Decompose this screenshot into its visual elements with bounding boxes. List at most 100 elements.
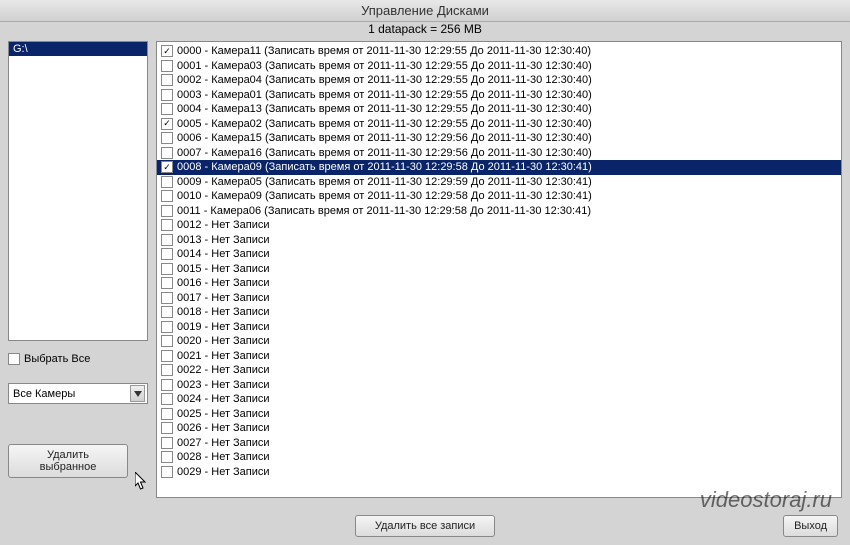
record-checkbox[interactable]: [161, 393, 173, 405]
record-checkbox[interactable]: [161, 437, 173, 449]
record-label: 0022 - Нет Записи: [177, 364, 270, 376]
drive-list[interactable]: G:\: [8, 41, 148, 341]
record-label: 0015 - Нет Записи: [177, 263, 270, 275]
record-row[interactable]: 0015 - Нет Записи: [157, 262, 841, 277]
record-checkbox[interactable]: [161, 248, 173, 260]
main-area: G:\ Выбрать Все Все Камеры Удалить выбра…: [0, 38, 850, 498]
record-checkbox[interactable]: [161, 132, 173, 144]
record-checkbox[interactable]: [161, 205, 173, 217]
record-checkbox[interactable]: [161, 379, 173, 391]
record-row[interactable]: 0023 - Нет Записи: [157, 378, 841, 393]
record-row[interactable]: 0007 - Камера16 (Записать время от 2011-…: [157, 146, 841, 161]
record-checkbox[interactable]: [161, 335, 173, 347]
record-checkbox[interactable]: [161, 451, 173, 463]
record-label: 0024 - Нет Записи: [177, 393, 270, 405]
record-label: 0002 - Камера04 (Записать время от 2011-…: [177, 74, 592, 86]
record-checkbox[interactable]: [161, 306, 173, 318]
record-row[interactable]: 0014 - Нет Записи: [157, 247, 841, 262]
record-label: 0026 - Нет Записи: [177, 422, 270, 434]
record-label: 0007 - Камера16 (Записать время от 2011-…: [177, 147, 592, 159]
camera-filter-value: Все Камеры: [13, 388, 75, 400]
record-checkbox[interactable]: [161, 176, 173, 188]
record-row[interactable]: 0020 - Нет Записи: [157, 334, 841, 349]
record-checkbox[interactable]: ✓: [161, 161, 173, 173]
record-row[interactable]: 0001 - Камера03 (Записать время от 2011-…: [157, 59, 841, 74]
record-row[interactable]: 0018 - Нет Записи: [157, 305, 841, 320]
record-row[interactable]: 0011 - Камера06 (Записать время от 2011-…: [157, 204, 841, 219]
record-row[interactable]: ✓ 0000 - Камера11 (Записать время от 2011…: [157, 44, 841, 59]
record-label: 0008 - Камера09 (Записать время от 2011-…: [177, 161, 592, 173]
record-row[interactable]: 0022 - Нет Записи: [157, 363, 841, 378]
record-row[interactable]: 0003 - Камера01 (Записать время от 2011-…: [157, 88, 841, 103]
record-row[interactable]: 0021 - Нет Записи: [157, 349, 841, 364]
record-label: 0016 - Нет Записи: [177, 277, 270, 289]
delete-all-button[interactable]: Удалить все записи: [355, 515, 495, 537]
record-label: 0020 - Нет Записи: [177, 335, 270, 347]
record-row[interactable]: 0019 - Нет Записи: [157, 320, 841, 335]
record-label: 0029 - Нет Записи: [177, 466, 270, 478]
select-all-checkbox[interactable]: [8, 353, 20, 365]
record-checkbox[interactable]: [161, 263, 173, 275]
record-label: 0005 - Камера02 (Записать время от 2011-…: [177, 118, 592, 130]
drive-item[interactable]: G:\: [9, 42, 147, 56]
record-list[interactable]: ✓ 0000 - Камера11 (Записать время от 2011…: [156, 41, 842, 498]
record-label: 0011 - Камера06 (Записать время от 2011-…: [177, 205, 591, 217]
record-row[interactable]: 0016 - Нет Записи: [157, 276, 841, 291]
chevron-down-icon[interactable]: [130, 385, 145, 402]
record-checkbox[interactable]: [161, 292, 173, 304]
record-row[interactable]: 0002 - Камера04 (Записать время от 2011-…: [157, 73, 841, 88]
record-label: 0018 - Нет Записи: [177, 306, 270, 318]
record-label: 0028 - Нет Записи: [177, 451, 270, 463]
record-row[interactable]: 0017 - Нет Записи: [157, 291, 841, 306]
record-row[interactable]: ✓ 0008 - Камера09 (Записать время от 2011…: [157, 160, 841, 175]
record-checkbox[interactable]: [161, 74, 173, 86]
record-checkbox[interactable]: [161, 103, 173, 115]
record-label: 0000 - Камера11 (Записать время от 2011-…: [177, 45, 591, 57]
record-checkbox[interactable]: [161, 89, 173, 101]
record-row[interactable]: 0012 - Нет Записи: [157, 218, 841, 233]
record-row[interactable]: 0025 - Нет Записи: [157, 407, 841, 422]
record-label: 0014 - Нет Записи: [177, 248, 270, 260]
record-label: 0027 - Нет Записи: [177, 437, 270, 449]
record-row[interactable]: 0029 - Нет Записи: [157, 465, 841, 480]
record-checkbox[interactable]: ✓: [161, 45, 173, 57]
record-checkbox[interactable]: ✓: [161, 118, 173, 130]
record-row[interactable]: 0028 - Нет Записи: [157, 450, 841, 465]
record-label: 0017 - Нет Записи: [177, 292, 270, 304]
select-all-row[interactable]: Выбрать Все: [8, 351, 148, 367]
record-label: 0006 - Камера15 (Записать время от 2011-…: [177, 132, 592, 144]
record-checkbox[interactable]: [161, 466, 173, 478]
datapack-info: 1 datapack = 256 MB: [0, 22, 850, 38]
record-checkbox[interactable]: [161, 321, 173, 333]
record-checkbox[interactable]: [161, 422, 173, 434]
record-checkbox[interactable]: [161, 190, 173, 202]
record-checkbox[interactable]: [161, 219, 173, 231]
record-checkbox[interactable]: [161, 364, 173, 376]
record-checkbox[interactable]: [161, 234, 173, 246]
left-panel: G:\ Выбрать Все Все Камеры Удалить выбра…: [8, 41, 148, 498]
record-row[interactable]: 0024 - Нет Записи: [157, 392, 841, 407]
record-label: 0009 - Камера05 (Записать время от 2011-…: [177, 176, 592, 188]
delete-selected-button[interactable]: Удалить выбранное: [8, 444, 128, 478]
record-checkbox[interactable]: [161, 277, 173, 289]
exit-button[interactable]: Выход: [783, 515, 838, 537]
record-row[interactable]: 0026 - Нет Записи: [157, 421, 841, 436]
camera-filter-select[interactable]: Все Камеры: [8, 383, 148, 404]
record-row[interactable]: 0013 - Нет Записи: [157, 233, 841, 248]
bottom-bar: Удалить все записи: [0, 515, 850, 537]
record-label: 0012 - Нет Записи: [177, 219, 270, 231]
record-checkbox[interactable]: [161, 147, 173, 159]
record-row[interactable]: 0004 - Камера13 (Записать время от 2011-…: [157, 102, 841, 117]
record-label: 0004 - Камера13 (Записать время от 2011-…: [177, 103, 592, 115]
record-label: 0019 - Нет Записи: [177, 321, 270, 333]
record-row[interactable]: 0010 - Камера09 (Записать время от 2011-…: [157, 189, 841, 204]
record-row[interactable]: ✓ 0005 - Камера02 (Записать время от 2011…: [157, 117, 841, 132]
record-row[interactable]: 0006 - Камера15 (Записать время от 2011-…: [157, 131, 841, 146]
record-checkbox[interactable]: [161, 408, 173, 420]
record-checkbox[interactable]: [161, 350, 173, 362]
record-row[interactable]: 0027 - Нет Записи: [157, 436, 841, 451]
window-title: Управление Дисками: [0, 0, 850, 22]
record-row[interactable]: 0009 - Камера05 (Записать время от 2011-…: [157, 175, 841, 190]
record-label: 0013 - Нет Записи: [177, 234, 270, 246]
record-checkbox[interactable]: [161, 60, 173, 72]
